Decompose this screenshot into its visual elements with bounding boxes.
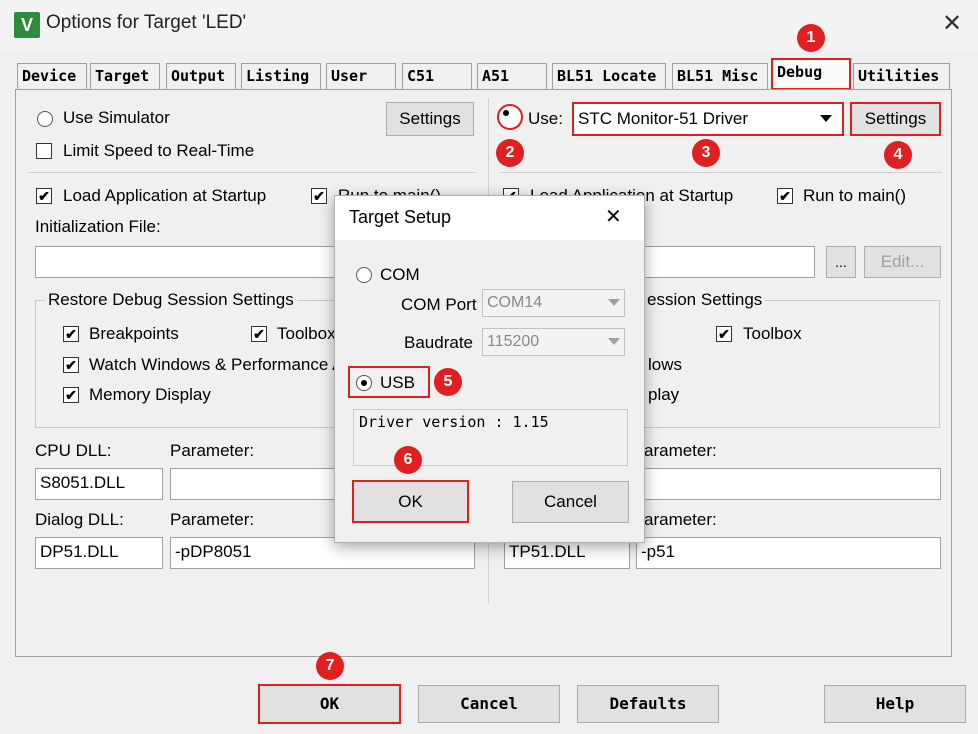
cpu-dll-field[interactable]: S8051.DLL bbox=[35, 468, 163, 500]
driver-select[interactable]: STC Monitor-51 Driver bbox=[572, 102, 844, 136]
step-badge-4: 4 bbox=[884, 141, 912, 169]
step-badge-6: 6 bbox=[394, 446, 422, 474]
driver-settings-button[interactable]: Settings bbox=[850, 102, 941, 136]
right-cpu-param-field[interactable] bbox=[640, 468, 941, 500]
step-badge-1: 1 bbox=[797, 24, 825, 52]
cpu-dll-label: CPU DLL: bbox=[35, 441, 112, 460]
right-cpu-param-label: arameter: bbox=[644, 441, 717, 460]
right-dialog-param-field[interactable]: -p51 bbox=[636, 537, 941, 569]
tab-debug[interactable]: Debug bbox=[771, 58, 851, 90]
tab-output[interactable]: Output bbox=[166, 63, 236, 89]
use-label: Use: bbox=[528, 109, 563, 128]
tab-bl51-misc[interactable]: BL51 Misc bbox=[672, 63, 768, 89]
dialog-ok-button[interactable]: OK bbox=[352, 480, 469, 523]
chevron-down-icon bbox=[608, 299, 620, 306]
cancel-button[interactable]: Cancel bbox=[418, 685, 560, 723]
memory-display-checkbox[interactable]: ✔ bbox=[63, 387, 79, 403]
chevron-down-icon bbox=[608, 338, 620, 345]
com-radio[interactable] bbox=[356, 267, 372, 283]
memory-display-label: Memory Display bbox=[89, 385, 211, 404]
browse-button[interactable]: ... bbox=[826, 246, 856, 278]
chevron-down-icon bbox=[820, 115, 832, 122]
com-port-value: COM14 bbox=[487, 294, 543, 311]
baudrate-select[interactable]: 115200 bbox=[482, 328, 625, 356]
step-badge-3: 3 bbox=[692, 139, 720, 167]
watch-windows-checkbox[interactable]: ✔ bbox=[63, 357, 79, 373]
right-memory-display-label: play bbox=[648, 385, 680, 404]
left-load-app-label: Load Application at Startup bbox=[63, 186, 267, 205]
dialog-title: Target Setup bbox=[349, 207, 452, 227]
right-toolbox-checkbox[interactable]: ✔ bbox=[716, 326, 732, 342]
ok-button[interactable]: OK bbox=[258, 684, 401, 724]
dialog-close-icon[interactable]: ✕ bbox=[605, 204, 622, 229]
close-icon[interactable]: ✕ bbox=[936, 8, 968, 40]
restore-settings-legend: Restore Debug Session Settings bbox=[45, 290, 297, 310]
edit-button[interactable]: Edit... bbox=[864, 246, 941, 278]
defaults-button[interactable]: Defaults bbox=[577, 685, 719, 723]
use-driver-radio[interactable] bbox=[497, 104, 523, 130]
use-simulator-radio[interactable] bbox=[37, 111, 53, 127]
simulator-settings-button[interactable]: Settings bbox=[386, 102, 474, 136]
tab-utilities[interactable]: Utilities bbox=[853, 63, 950, 89]
tab-user[interactable]: User bbox=[326, 63, 396, 89]
right-watch-windows-label: lows bbox=[648, 355, 683, 374]
target-setup-dialog: Target Setup ✕ COM COM Port COM14 Baudra… bbox=[334, 195, 645, 543]
step-badge-5: 5 bbox=[434, 368, 462, 396]
tab-target[interactable]: Target bbox=[90, 63, 160, 89]
right-init-file-input[interactable] bbox=[640, 246, 815, 278]
dialog-dll-label: Dialog DLL: bbox=[35, 510, 124, 529]
divider bbox=[500, 172, 942, 173]
com-port-label: COM Port bbox=[401, 295, 477, 314]
tab-device[interactable]: Device bbox=[17, 63, 87, 89]
window-title: Options for Target 'LED' bbox=[46, 12, 247, 33]
baudrate-label: Baudrate bbox=[404, 333, 473, 352]
left-run-to-main-checkbox[interactable]: ✔ bbox=[311, 188, 327, 204]
step-badge-7: 7 bbox=[316, 652, 344, 680]
use-simulator-label: Use Simulator bbox=[63, 108, 170, 127]
right-restore-settings-legend: ession Settings bbox=[644, 290, 766, 310]
usb-radio[interactable] bbox=[356, 375, 372, 391]
usb-label: USB bbox=[380, 373, 415, 392]
left-toolbox-checkbox[interactable]: ✔ bbox=[251, 326, 267, 342]
tab-bl51-locate[interactable]: BL51 Locate bbox=[552, 63, 666, 89]
breakpoints-label: Breakpoints bbox=[89, 324, 179, 343]
limit-speed-label: Limit Speed to Real-Time bbox=[63, 141, 255, 160]
limit-speed-checkbox[interactable] bbox=[36, 143, 52, 159]
right-dialog-param-label: arameter: bbox=[644, 510, 717, 529]
driver-version-text: Driver version : 1.15 bbox=[359, 413, 549, 431]
left-toolbox-label: Toolbox bbox=[277, 324, 336, 343]
init-file-input[interactable] bbox=[35, 246, 335, 278]
tab-listing[interactable]: Listing bbox=[241, 63, 321, 89]
baudrate-value: 115200 bbox=[487, 333, 540, 350]
tab-c51[interactable]: C51 bbox=[402, 63, 472, 89]
right-run-to-main-label: Run to main() bbox=[803, 186, 906, 205]
com-label: COM bbox=[380, 265, 420, 284]
step-badge-2: 2 bbox=[496, 139, 524, 167]
help-button[interactable]: Help bbox=[824, 685, 966, 723]
init-file-label: Initialization File: bbox=[35, 217, 161, 236]
breakpoints-checkbox[interactable]: ✔ bbox=[63, 326, 79, 342]
divider bbox=[28, 172, 476, 173]
dialog-cancel-button[interactable]: Cancel bbox=[512, 481, 629, 523]
tab-a51[interactable]: A51 bbox=[477, 63, 547, 89]
cpu-param-label: Parameter: bbox=[170, 441, 255, 460]
dialog-dll-field[interactable]: DP51.DLL bbox=[35, 537, 163, 569]
right-run-to-main-checkbox[interactable]: ✔ bbox=[777, 188, 793, 204]
right-toolbox-label: Toolbox bbox=[743, 324, 802, 343]
app-icon: V bbox=[14, 12, 40, 38]
left-load-app-checkbox[interactable]: ✔ bbox=[36, 188, 52, 204]
dialog-param-label: Parameter: bbox=[170, 510, 255, 529]
com-port-select[interactable]: COM14 bbox=[482, 289, 625, 317]
